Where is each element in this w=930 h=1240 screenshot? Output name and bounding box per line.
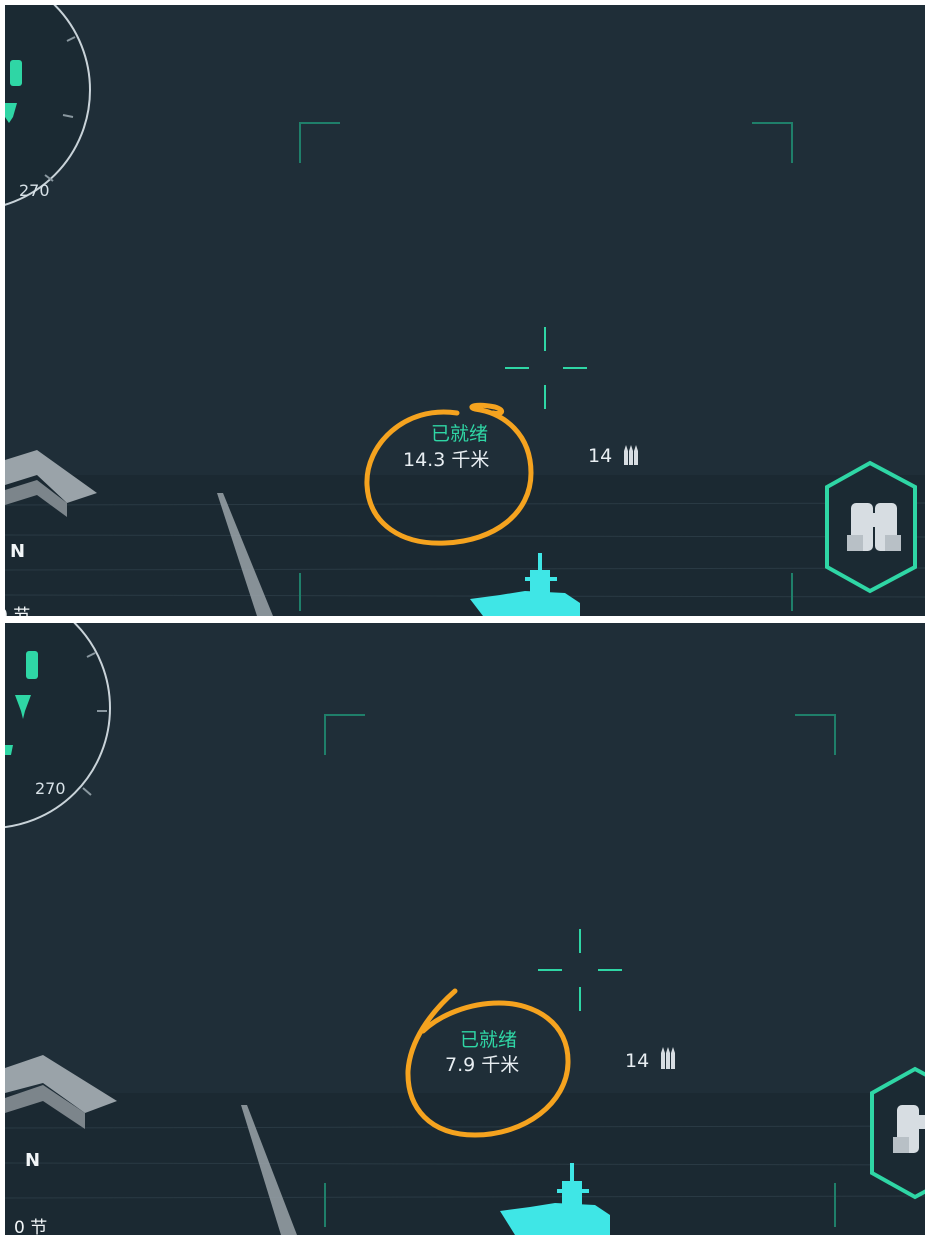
heading-letter: N [25, 1150, 41, 1171]
game-screen-bottom: 270 已就绪 7.9 千米 14 N 0 节 [5, 623, 925, 1235]
binoculars-button[interactable] [870, 1066, 925, 1200]
scene-graphics [5, 623, 925, 1235]
crosshair [538, 929, 622, 1011]
ammo-shells-icon [624, 445, 638, 465]
game-screen-top: 270 已就绪 14.3 千米 14 N 0 节 [5, 5, 925, 616]
aim-status-label: 已就绪 [460, 1029, 518, 1051]
ammo-count-label: 14 [588, 445, 613, 467]
scene-graphics [5, 5, 925, 616]
own-ship-marker-icon [10, 60, 22, 86]
own-ship-marker-icon [26, 651, 38, 679]
compass-bearing-label: 270 [19, 181, 50, 200]
compass-dial[interactable] [5, 5, 91, 210]
speed-readout: 0 节 [14, 1218, 48, 1235]
crosshair [505, 327, 587, 409]
heading-letter: N [10, 541, 26, 562]
binoculars-button[interactable] [825, 460, 917, 594]
ammo-count-label: 14 [625, 1050, 650, 1072]
compass-bearing-label: 270 [35, 779, 66, 798]
ammo-shells-icon [661, 1047, 675, 1069]
aim-status-label: 已就绪 [431, 423, 489, 445]
speed-readout: 0 节 [5, 606, 31, 616]
target-distance-label: 7.9 千米 [445, 1054, 520, 1076]
target-distance-label: 14.3 千米 [403, 449, 490, 471]
